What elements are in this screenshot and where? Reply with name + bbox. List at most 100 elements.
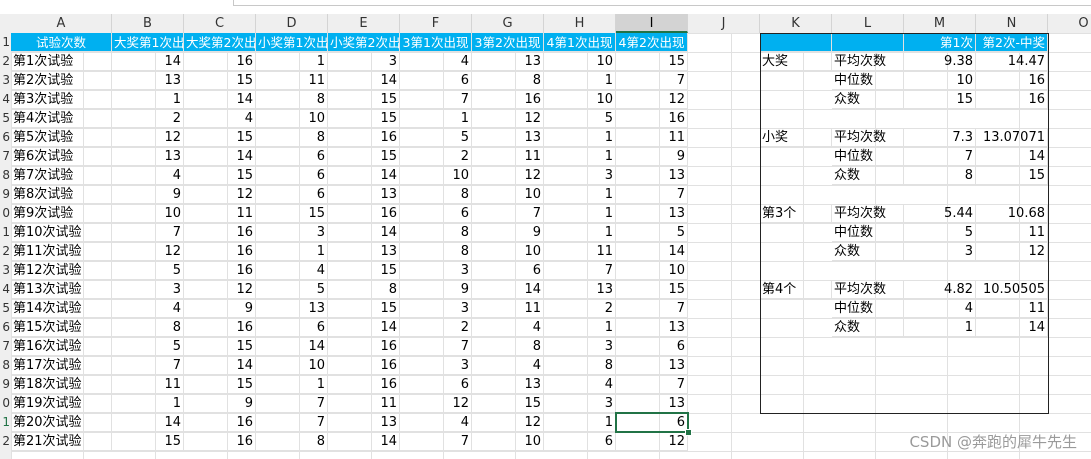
summary-second-value[interactable]: 16 — [976, 71, 1048, 90]
data-cell[interactable]: 12 — [112, 242, 184, 261]
summary-second-value[interactable]: 11 — [976, 299, 1048, 318]
summary-stat-label[interactable]: 众数 — [832, 90, 904, 109]
data-cell[interactable]: 13 — [616, 318, 688, 337]
summary-second-value[interactable]: 14.47 — [976, 52, 1048, 71]
column-header-j[interactable]: J — [688, 14, 760, 33]
summary-stat-label[interactable]: 平均次数 — [832, 52, 904, 71]
summary-second-value[interactable]: 13.07071 — [976, 128, 1048, 147]
data-cell[interactable]: 8 — [472, 337, 544, 356]
data-cell[interactable]: 8 — [112, 318, 184, 337]
data-cell[interactable]: 8 — [472, 71, 544, 90]
data-cell[interactable]: 14 — [328, 223, 400, 242]
data-cell[interactable]: 1 — [112, 394, 184, 413]
data-cell[interactable]: 7 — [472, 204, 544, 223]
row-header[interactable]: 0 — [2, 204, 10, 223]
data-cell[interactable]: 12 — [472, 166, 544, 185]
data-cell[interactable]: 1 — [256, 375, 328, 394]
summary-stat-label[interactable]: 平均次数 — [832, 128, 904, 147]
data-cell[interactable]: 6 — [256, 318, 328, 337]
trial-label-cell[interactable]: 第2次试验 — [11, 71, 112, 90]
trial-label-cell[interactable]: 第3次试验 — [11, 90, 112, 109]
data-cell[interactable]: 15 — [256, 204, 328, 223]
row-header[interactable]: 1 — [2, 33, 10, 52]
data-cell[interactable]: 3 — [544, 394, 616, 413]
data-cell[interactable]: 8 — [544, 356, 616, 375]
data-cell[interactable]: 5 — [544, 109, 616, 128]
data-cell[interactable]: 7 — [112, 356, 184, 375]
summary-first-value[interactable]: 5.44 — [904, 204, 976, 223]
data-cell[interactable]: 13 — [616, 394, 688, 413]
data-cell[interactable]: 4 — [256, 261, 328, 280]
data-cell[interactable]: 6 — [256, 166, 328, 185]
column-header-f[interactable]: F — [400, 14, 472, 33]
data-cell[interactable]: 14 — [472, 280, 544, 299]
data-cell[interactable]: 3 — [328, 52, 400, 71]
data-cell[interactable]: 6 — [256, 185, 328, 204]
summary-first-value[interactable]: 15 — [904, 90, 976, 109]
row-header[interactable]: 4 — [2, 90, 10, 109]
sheet-grid[interactable]: 试验次数 大奖第1次出 大奖第2次出 小奖第1次出 小奖第2次出 3第1次出现 3第2次出现… — [11, 33, 1091, 459]
data-cell[interactable]: 14 — [112, 413, 184, 432]
data-cell[interactable]: 5 — [400, 128, 472, 147]
data-cell[interactable]: 1 — [256, 242, 328, 261]
data-cell[interactable]: 5 — [256, 280, 328, 299]
row-header[interactable]: 1 — [2, 413, 10, 432]
data-cell[interactable]: 3 — [544, 166, 616, 185]
summary-first-value[interactable]: 4.82 — [904, 280, 976, 299]
data-cell[interactable]: 9 — [472, 223, 544, 242]
data-cell[interactable]: 13 — [472, 52, 544, 71]
summary-first-value[interactable]: 3 — [904, 242, 976, 261]
header-cell[interactable]: 试验次数 — [11, 33, 112, 52]
summary-first-value[interactable]: 7 — [904, 147, 976, 166]
trial-label-cell[interactable]: 第19次试验 — [11, 394, 112, 413]
fill-handle[interactable] — [685, 429, 692, 436]
trial-label-cell[interactable]: 第18次试验 — [11, 375, 112, 394]
data-cell[interactable]: 12 — [112, 128, 184, 147]
trial-label-cell[interactable]: 第4次试验 — [11, 109, 112, 128]
data-cell[interactable]: 14 — [328, 71, 400, 90]
data-cell[interactable]: 7 — [256, 413, 328, 432]
data-cell[interactable]: 15 — [184, 71, 256, 90]
data-cell[interactable]: 13 — [616, 356, 688, 375]
data-cell[interactable]: 7 — [616, 71, 688, 90]
row-header[interactable]: 4 — [2, 280, 10, 299]
summary-first-value[interactable]: 5 — [904, 223, 976, 242]
data-cell[interactable]: 14 — [328, 318, 400, 337]
trial-label-cell[interactable]: 第14次试验 — [11, 299, 112, 318]
data-cell[interactable]: 2 — [400, 318, 472, 337]
data-cell[interactable]: 4 — [544, 375, 616, 394]
data-cell[interactable]: 7 — [112, 223, 184, 242]
data-cell[interactable]: 7 — [544, 261, 616, 280]
data-cell[interactable]: 1 — [544, 147, 616, 166]
data-cell[interactable]: 15 — [184, 166, 256, 185]
column-header-l[interactable]: L — [832, 14, 904, 33]
data-cell[interactable]: 5 — [112, 261, 184, 280]
summary-second-value[interactable]: 10.50505 — [976, 280, 1048, 299]
data-cell[interactable]: 15 — [328, 109, 400, 128]
selected-cell-indicator[interactable] — [615, 412, 689, 433]
column-header-b[interactable]: B — [112, 14, 184, 33]
data-cell[interactable]: 15 — [472, 394, 544, 413]
column-header-c[interactable]: C — [184, 14, 256, 33]
data-cell[interactable]: 16 — [616, 109, 688, 128]
row-header[interactable]: 2 — [2, 432, 10, 451]
data-cell[interactable]: 13 — [328, 185, 400, 204]
data-cell[interactable]: 1 — [544, 71, 616, 90]
data-cell[interactable]: 10 — [472, 432, 544, 451]
trial-label-cell[interactable]: 第10次试验 — [11, 223, 112, 242]
data-cell[interactable]: 11 — [256, 71, 328, 90]
trial-label-cell[interactable]: 第13次试验 — [11, 280, 112, 299]
data-cell[interactable]: 6 — [256, 147, 328, 166]
trial-label-cell[interactable]: 第1次试验 — [11, 52, 112, 71]
summary-stat-label[interactable]: 平均次数 — [832, 280, 904, 299]
summary-second-value[interactable]: 11 — [976, 223, 1048, 242]
data-cell[interactable]: 13 — [472, 375, 544, 394]
data-cell[interactable]: 7 — [616, 375, 688, 394]
row-header[interactable]: 8 — [2, 356, 10, 375]
summary-stat-label[interactable]: 中位数 — [832, 71, 904, 90]
data-cell[interactable]: 15 — [328, 90, 400, 109]
data-cell[interactable]: 16 — [328, 337, 400, 356]
data-cell[interactable]: 13 — [256, 299, 328, 318]
column-header-e[interactable]: E — [328, 14, 400, 33]
trial-label-cell[interactable]: 第5次试验 — [11, 128, 112, 147]
